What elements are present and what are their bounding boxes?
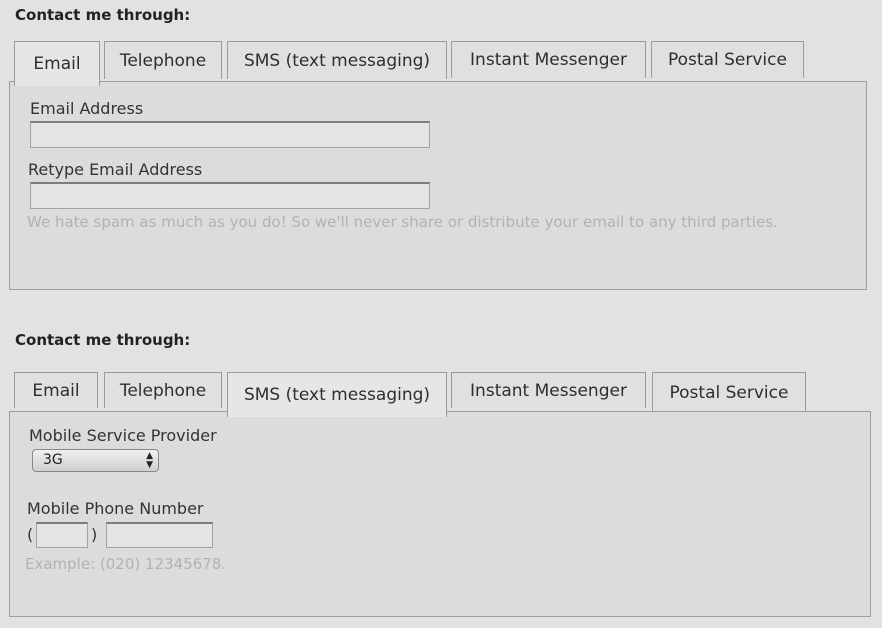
section1-heading: Contact me through: (15, 6, 191, 24)
retype-email-label: Retype Email Address (28, 160, 203, 179)
privacy-note: We hate spam as much as you do! So we'll… (27, 213, 778, 231)
retype-email-input[interactable] (30, 182, 430, 209)
mobile-provider-label: Mobile Service Provider (29, 426, 217, 445)
tab-sms[interactable]: SMS (text messaging) (227, 41, 447, 79)
tab-postal-service[interactable]: Postal Service (651, 41, 804, 78)
section2-sms-panel: Mobile Service Provider 3G ▲ ▼ Mobile Pho… (9, 411, 871, 617)
phone-number-input[interactable] (106, 522, 213, 548)
tab-sms[interactable]: SMS (text messaging) (227, 372, 447, 417)
tab-instant-messenger[interactable]: Instant Messenger (451, 372, 646, 408)
tab-telephone[interactable]: Telephone (104, 372, 222, 408)
tab-email[interactable]: Email (14, 41, 100, 86)
section1-email-panel: Email Address Retype Email Address We ha… (9, 81, 867, 290)
tab-postal-service[interactable]: Postal Service (652, 372, 806, 412)
email-address-label: Email Address (30, 99, 144, 118)
mobile-provider-select[interactable]: 3G ▲ ▼ (32, 449, 159, 472)
mobile-phone-label: Mobile Phone Number (27, 499, 204, 518)
area-code-close-paren: ) (91, 525, 98, 544)
chevron-up-down-icon: ▲ ▼ (146, 451, 153, 470)
tab-telephone[interactable]: Telephone (104, 41, 222, 79)
tab-email[interactable]: Email (14, 372, 98, 408)
email-address-input[interactable] (30, 121, 430, 148)
mobile-provider-selected-value: 3G (43, 452, 63, 468)
area-code-input[interactable] (36, 522, 88, 548)
area-code-open-paren: ( (27, 525, 34, 544)
tab-instant-messenger[interactable]: Instant Messenger (451, 41, 646, 78)
phone-example-hint: Example: (020) 12345678. (25, 555, 227, 573)
section2-heading: Contact me through: (15, 331, 191, 349)
